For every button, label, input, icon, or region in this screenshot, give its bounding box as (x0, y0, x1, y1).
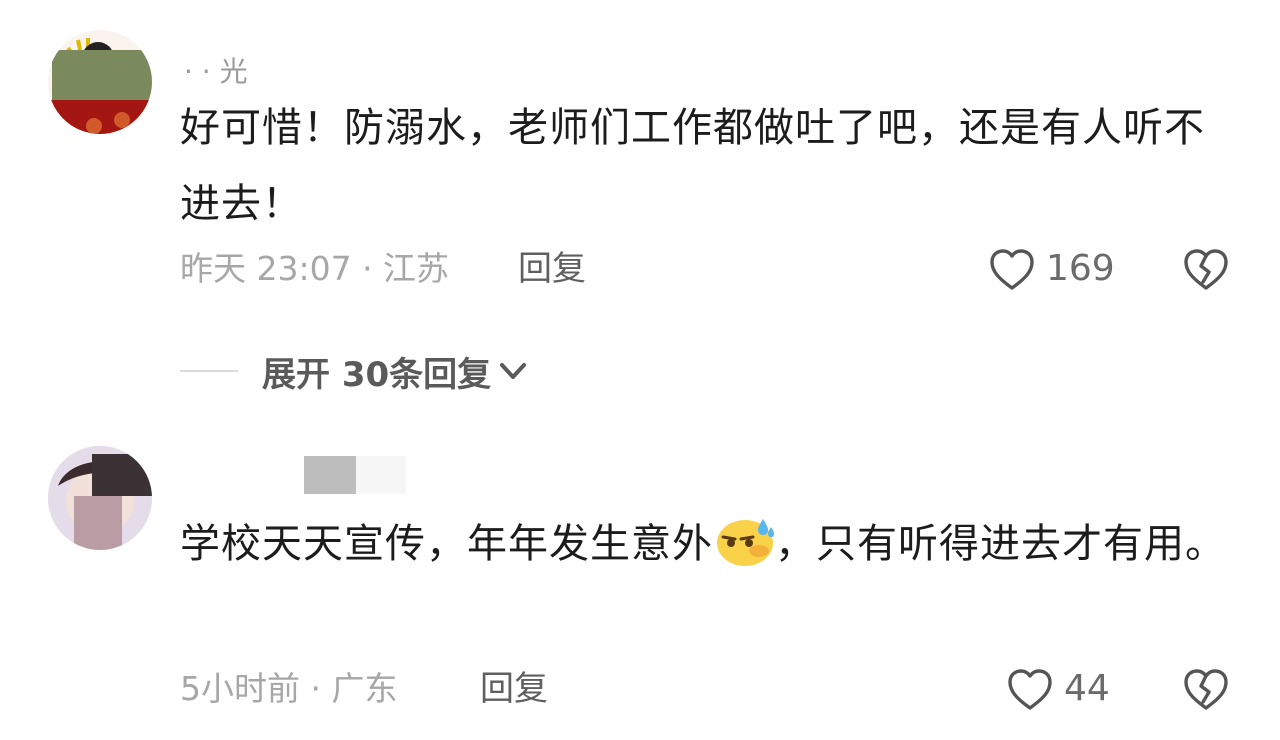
avatar[interactable] (48, 446, 152, 550)
comment-text: 学校天天宣传，年年发生意外 ，只有听得进去才有用。 (180, 506, 1240, 582)
username-placeholder (356, 456, 406, 494)
reply-button[interactable]: 回复 (480, 664, 548, 714)
comment-text-part: 学校天天宣传，年年发生意外 (180, 521, 713, 567)
comment-text-part: ，只有听得进去才有用。 (775, 521, 1226, 567)
comment-item: 学校天天宣传，年年发生意外 ，只有听得进去才有用。 5小时前 · 广东 回复 4… (0, 0, 1280, 740)
heart-outline-icon[interactable] (1006, 666, 1054, 714)
like-count: 44 (1064, 668, 1110, 709)
username-placeholder (304, 456, 356, 494)
sweating-face-emoji (717, 519, 774, 566)
comment-meta: 5小时前 · 广东 (180, 669, 398, 708)
broken-heart-icon[interactable] (1182, 666, 1230, 714)
